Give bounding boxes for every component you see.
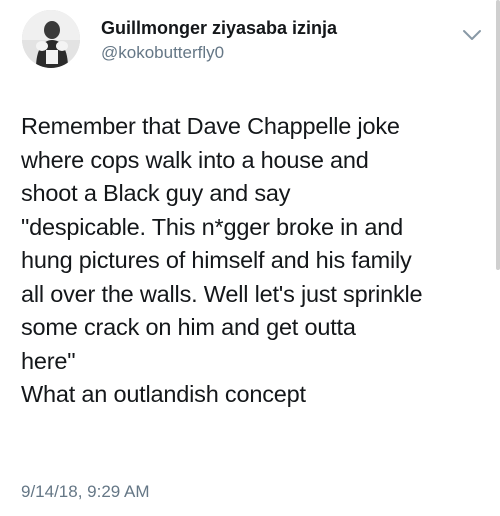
tweet-text-line: Remember that Dave Chappelle joke — [21, 113, 400, 139]
display-name[interactable]: Guillmonger ziyasaba izinja — [101, 18, 337, 39]
tweet-text-line: where cops walk into a house and — [21, 146, 369, 173]
user-handle[interactable]: @kokobutterfly0 — [101, 43, 224, 63]
scrollbar[interactable] — [496, 0, 500, 270]
tweet-card: Guillmonger ziyasaba izinja @kokobutterf… — [0, 0, 500, 516]
tweet-text-line: all over the walls. Well let's just spri… — [21, 280, 423, 307]
tweet-text-line: "despicable. This n*gger broke in and — [21, 213, 403, 240]
avatar[interactable] — [22, 10, 80, 68]
tweet-text: Remember that Dave Chappelle joke where … — [21, 110, 491, 412]
tweet-text-line: What an outlandish concept — [21, 381, 306, 407]
tweet-text-line: here" — [21, 347, 76, 374]
chevron-down-icon[interactable] — [461, 27, 483, 43]
tweet-text-line: hung pictures of himself and his family — [21, 247, 412, 273]
tweet-timestamp[interactable]: 9/14/18, 9:29 AM — [21, 482, 150, 502]
avatar-photo — [22, 10, 80, 68]
tweet-text-line: some crack on him and get outta — [21, 314, 356, 340]
tweet-text-line: shoot a Black guy and say — [21, 180, 291, 206]
